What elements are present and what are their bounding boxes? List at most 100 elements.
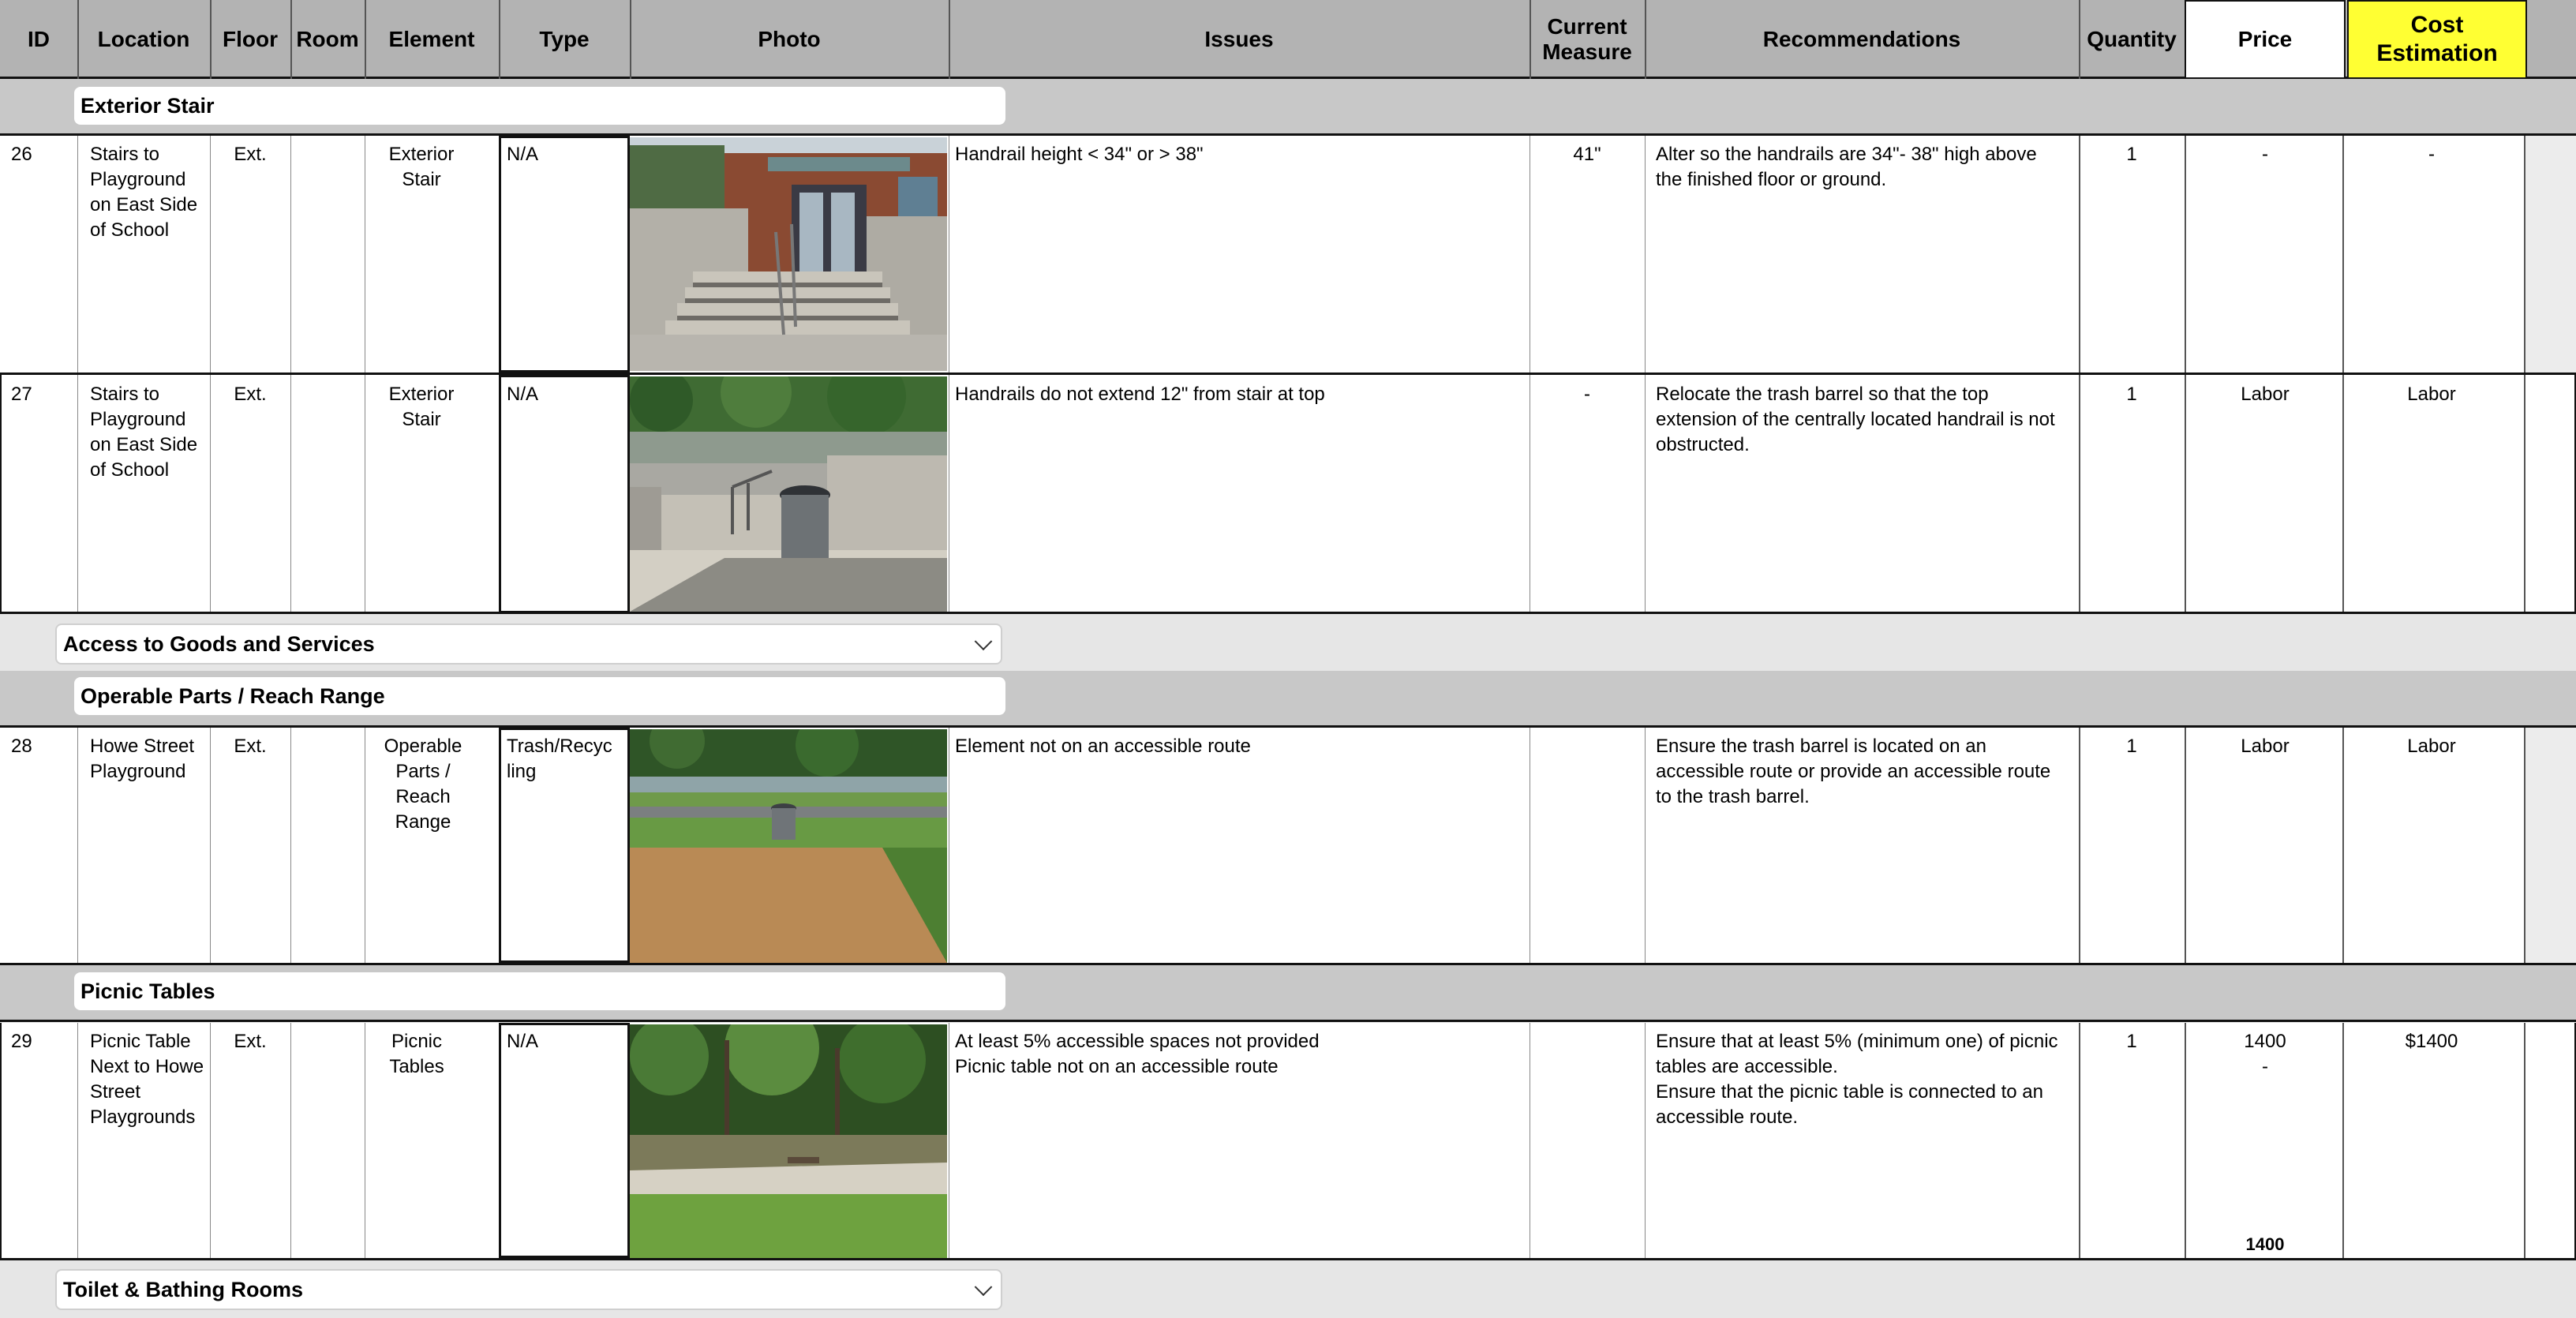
cell-divider bbox=[290, 375, 291, 612]
row-type: Trash/Recyc ling bbox=[507, 736, 612, 782]
cell-divider bbox=[2079, 1023, 2080, 1258]
row-recommendations: Alter so the handrails are 34"- 38" high… bbox=[1656, 144, 2037, 190]
cell-divider bbox=[2185, 136, 2186, 373]
row-floor: Ext. bbox=[234, 384, 267, 405]
row-id: 28 bbox=[11, 736, 32, 757]
cell-divider bbox=[2342, 728, 2344, 963]
row-location: Howe Street Playground bbox=[90, 736, 195, 782]
chevron-down-icon bbox=[974, 632, 993, 651]
header-location: Location bbox=[97, 27, 190, 51]
type-cell-border bbox=[499, 136, 630, 373]
photo-exterior-stair-building[interactable] bbox=[630, 137, 947, 371]
cell-divider bbox=[2524, 136, 2525, 373]
header-recommendations: Recommendations bbox=[1762, 27, 1961, 51]
header-issues: Issues bbox=[1204, 27, 1274, 51]
cell-divider bbox=[1645, 375, 1646, 612]
header-divider bbox=[290, 0, 292, 79]
row-issues: Element not on an accessible route bbox=[955, 736, 1251, 757]
cell-divider bbox=[210, 728, 211, 963]
row-recommendations: Ensure the trash barrel is located on an… bbox=[1656, 736, 2051, 807]
row-element: Exterior Stair bbox=[388, 144, 455, 190]
section-dropdown-toilet-bathing[interactable]: Toilet & Bathing Rooms bbox=[55, 1269, 1002, 1310]
header-divider bbox=[1530, 0, 1531, 79]
header-price: Price bbox=[2185, 0, 2346, 79]
row-current-measure: 41" bbox=[1573, 144, 1601, 165]
row-price: Labor bbox=[2241, 736, 2290, 757]
header-divider bbox=[77, 0, 79, 79]
cell-divider bbox=[1645, 728, 1646, 963]
cell-divider bbox=[77, 1023, 78, 1258]
row-issues: At least 5% accessible spaces not provid… bbox=[955, 1031, 1320, 1077]
cell-divider bbox=[2185, 1023, 2186, 1258]
row-gutter bbox=[2525, 728, 2576, 964]
cell-divider bbox=[2342, 136, 2344, 373]
header-type: Type bbox=[539, 27, 590, 51]
row-floor: Ext. bbox=[234, 144, 267, 165]
row-cost: $1400 bbox=[2405, 1031, 2458, 1052]
section-title-exterior-stair: Exterior Stair bbox=[74, 87, 1005, 125]
row-price: - bbox=[2262, 144, 2268, 165]
row-id: 29 bbox=[11, 1031, 32, 1052]
cell-divider bbox=[2079, 375, 2080, 612]
header-floor: Floor bbox=[223, 27, 278, 51]
cell-divider bbox=[290, 136, 291, 373]
header-element: Element bbox=[388, 27, 475, 51]
row-recommendations: Ensure that at least 5% (minimum one) of… bbox=[1656, 1031, 2058, 1128]
cell-divider bbox=[290, 1023, 291, 1258]
row-location: Stairs to Playground on East Side of Sch… bbox=[90, 144, 198, 241]
photo-playground-trash-barrel[interactable] bbox=[630, 729, 947, 963]
cell-divider bbox=[210, 1023, 211, 1258]
cell-divider bbox=[2185, 728, 2186, 963]
section-dropdown-access-goods[interactable]: Access to Goods and Services bbox=[55, 623, 1002, 665]
row-current-measure: - bbox=[1584, 384, 1590, 405]
header-cost-estimation: Cost Estimation bbox=[2347, 0, 2527, 79]
cell-divider bbox=[2079, 728, 2080, 963]
cell-divider bbox=[2342, 375, 2344, 612]
row-price: Labor bbox=[2241, 384, 2290, 405]
photo-picnic-table-woods[interactable] bbox=[630, 1024, 947, 1258]
row-quantity: 1 bbox=[2126, 144, 2137, 165]
row-recommendations: Relocate the trash barrel so that the to… bbox=[1656, 384, 2055, 455]
header-id: ID bbox=[28, 27, 50, 51]
header-quantity: Quantity bbox=[2087, 27, 2177, 51]
cell-divider bbox=[2342, 1023, 2344, 1258]
cell-divider bbox=[2524, 1023, 2525, 1258]
row-location: Picnic Table Next to Howe Street Playgro… bbox=[90, 1031, 204, 1128]
header-room: Room bbox=[296, 27, 359, 51]
cell-divider bbox=[2524, 728, 2525, 963]
header-current-measure: Current Measure bbox=[1542, 14, 1632, 64]
row-element: Exterior Stair bbox=[388, 384, 455, 430]
row-element: Operable Parts / Reach Range bbox=[384, 736, 462, 833]
row-type: N/A bbox=[507, 144, 539, 165]
row-cost: - bbox=[2428, 144, 2435, 165]
row-issues: Handrails do not extend 12" from stair a… bbox=[955, 384, 1325, 405]
header-divider bbox=[630, 0, 631, 79]
row-quantity: 1 bbox=[2126, 736, 2137, 757]
cell-divider bbox=[77, 728, 78, 963]
cell-divider bbox=[210, 136, 211, 373]
cell-divider bbox=[210, 375, 211, 612]
type-cell-border bbox=[499, 1023, 630, 1258]
section-title: Toilet & Bathing Rooms bbox=[63, 1277, 303, 1301]
row-element: Picnic Tables bbox=[389, 1031, 444, 1077]
row-price-total: 1400 bbox=[2245, 1234, 2285, 1254]
cell-divider bbox=[2079, 136, 2080, 373]
section-title-operable-parts: Operable Parts / Reach Range bbox=[74, 677, 1005, 715]
cell-divider bbox=[1645, 1023, 1646, 1258]
cell-divider bbox=[290, 728, 291, 963]
row-quantity: 1 bbox=[2126, 384, 2137, 405]
photo-stair-trash-barrel[interactable] bbox=[630, 376, 947, 612]
row-type: N/A bbox=[507, 384, 539, 405]
row-id: 27 bbox=[11, 384, 32, 405]
photo-image bbox=[630, 729, 947, 963]
header-divider bbox=[949, 0, 950, 79]
row-location: Stairs to Playground on East Side of Sch… bbox=[90, 384, 198, 481]
header-divider bbox=[2079, 0, 2080, 79]
row-issues: Handrail height < 34" or > 38" bbox=[955, 144, 1204, 165]
photo-image bbox=[630, 1024, 947, 1258]
photo-image bbox=[630, 137, 947, 371]
row-id: 26 bbox=[11, 144, 32, 165]
header-divider bbox=[210, 0, 212, 79]
row-floor: Ext. bbox=[234, 1031, 267, 1052]
section-title: Access to Goods and Services bbox=[63, 631, 375, 656]
